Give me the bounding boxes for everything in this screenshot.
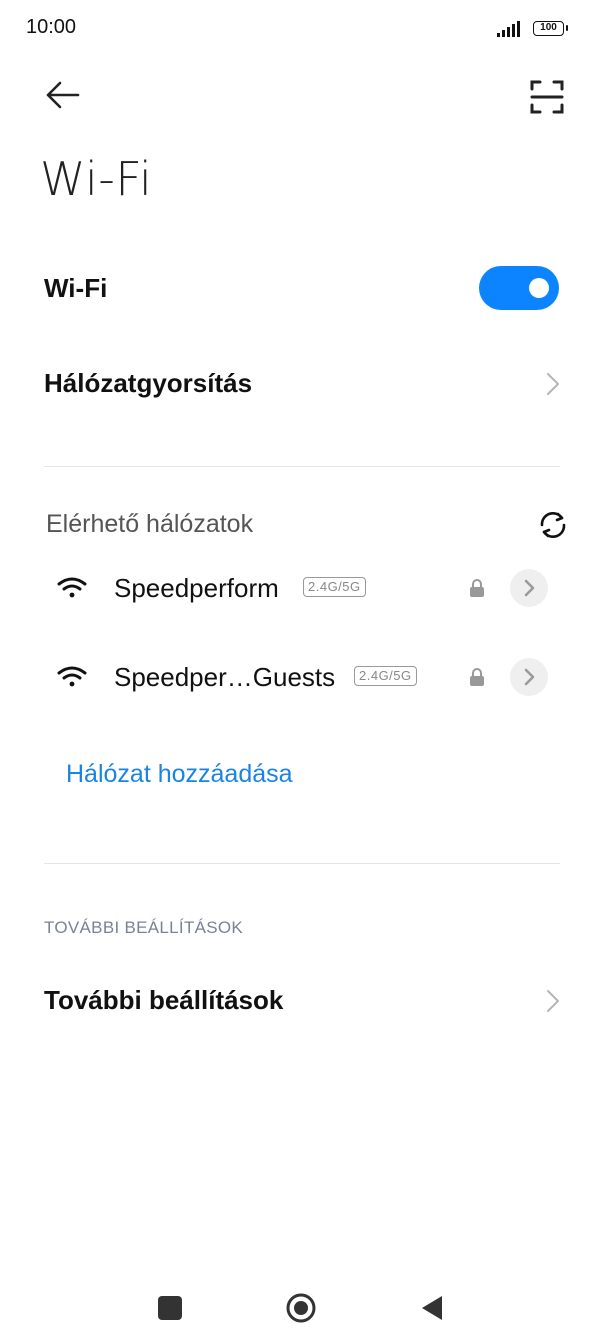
- chevron-right-icon: [544, 987, 562, 1015]
- status-time: 10:00: [26, 16, 77, 38]
- network-details-button[interactable]: [510, 658, 548, 696]
- chevron-right-icon: [544, 370, 562, 398]
- additional-settings-item[interactable]: További beállítások: [44, 985, 283, 1016]
- lock-icon: [468, 578, 486, 598]
- back-triangle-icon[interactable]: [420, 1294, 444, 1322]
- network-acceleration-label[interactable]: Hálózatgyorsítás: [44, 368, 252, 399]
- wifi-label: Wi-Fi: [44, 273, 108, 303]
- back-arrow-icon[interactable]: [40, 72, 86, 118]
- network-details-button[interactable]: [510, 569, 548, 607]
- available-networks-title: Elérhető hálózatok: [46, 510, 254, 538]
- wifi-signal-icon: [56, 664, 88, 690]
- recents-square-icon[interactable]: [158, 1296, 182, 1320]
- refresh-icon[interactable]: [536, 508, 570, 542]
- band-badge: 2.4G/5G: [303, 577, 366, 597]
- lock-icon: [468, 667, 486, 687]
- battery-tip: [566, 25, 568, 31]
- home-circle-icon[interactable]: [285, 1292, 317, 1324]
- page-title: Wi-Fi: [40, 152, 153, 206]
- wifi-signal-icon: [56, 575, 88, 601]
- add-network-link[interactable]: Hálózat hozzáadása: [66, 760, 293, 789]
- divider: [44, 466, 560, 467]
- network-item[interactable]: Speedper…Guests 2.4G/5G: [0, 642, 604, 712]
- wifi-toggle[interactable]: [479, 266, 559, 310]
- network-name: Speedper…Guests: [114, 662, 336, 692]
- toggle-knob: [529, 278, 549, 298]
- battery-icon: 100: [533, 21, 564, 36]
- band-badge: 2.4G/5G: [354, 666, 417, 686]
- qr-scan-icon[interactable]: [526, 76, 568, 118]
- divider: [44, 863, 560, 864]
- network-item[interactable]: Speedperform 2.4G/5G: [0, 553, 604, 623]
- network-name: Speedperform: [114, 573, 279, 603]
- signal-icon: [497, 21, 520, 37]
- additional-settings-section-title: TOVÁBBI BEÁLLÍTÁSOK: [44, 918, 244, 937]
